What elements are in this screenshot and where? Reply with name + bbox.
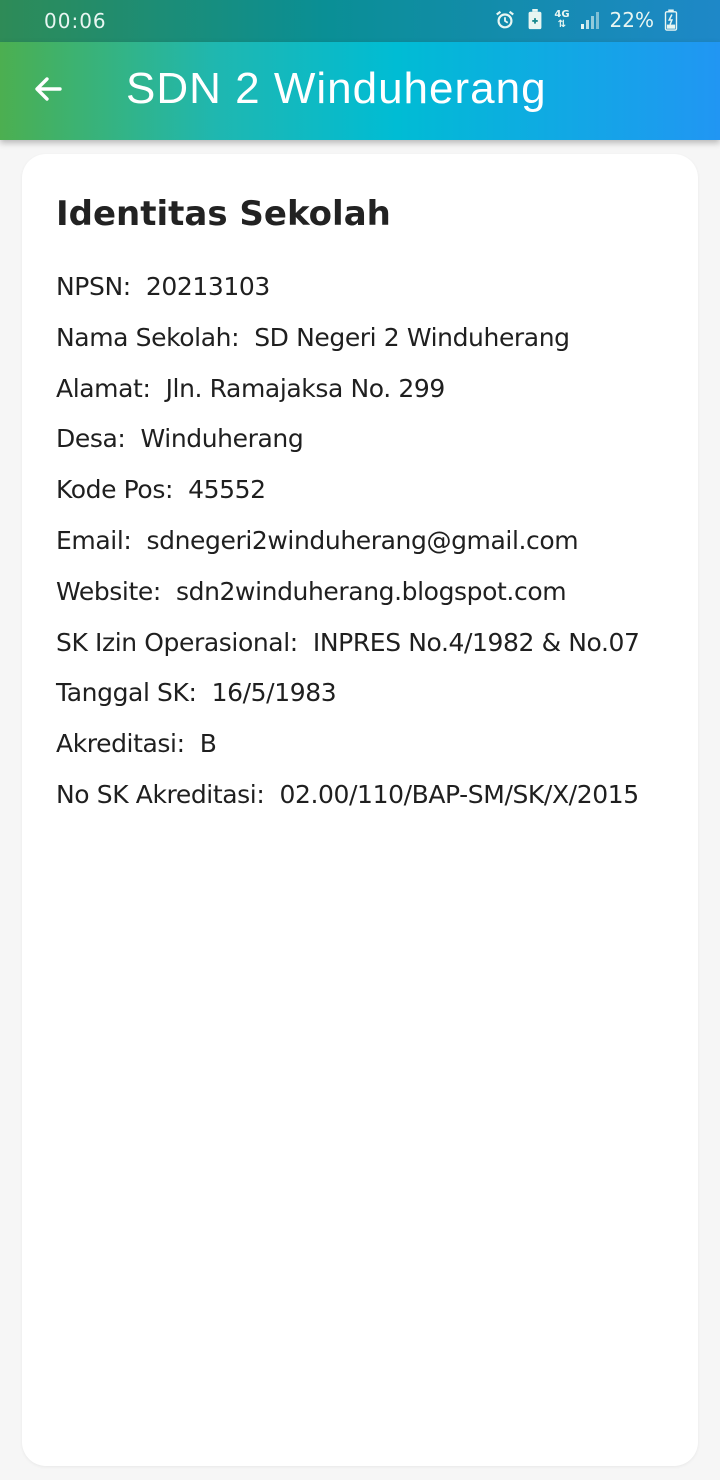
info-row-postal-code: Kode Pos: 45552 — [56, 475, 686, 526]
battery-percent: 22% — [609, 8, 654, 32]
info-value: SD Negeri 2 Winduherang — [254, 322, 570, 352]
info-label: Akreditasi: — [56, 729, 185, 759]
info-label: No SK Akreditasi: — [56, 779, 265, 809]
card-title: Identitas Sekolah — [56, 194, 391, 234]
info-row-accreditation-number: No SK Akreditasi: 02.00/110/BAP-SM/SK/X/… — [56, 780, 686, 831]
info-row-npsn: NPSN: 20213103 — [56, 272, 686, 323]
info-value: sdn2winduherang.blogspot.com — [175, 576, 567, 606]
info-row-address: Alamat: Jln. Ramajaksa No. 299 — [56, 374, 686, 425]
info-row-accreditation: Akreditasi: B — [56, 729, 686, 780]
info-label: Website: — [56, 576, 161, 606]
info-label: Nama Sekolah: — [56, 322, 240, 352]
status-icons: 4G ⇅ 22% — [494, 8, 678, 32]
school-identity-card: Identitas Sekolah NPSN: 20213103 Nama Se… — [22, 154, 698, 1466]
back-button[interactable] — [28, 71, 68, 111]
info-row-school-name: Nama Sekolah: SD Negeri 2 Winduherang — [56, 323, 686, 374]
info-label: SK Izin Operasional: — [56, 627, 298, 657]
info-label: Tanggal SK: — [56, 678, 197, 708]
signal-icon — [580, 10, 600, 30]
data-arrows-icon: ⇅ — [557, 19, 567, 30]
battery-saver-icon — [526, 9, 544, 31]
info-row-village: Desa: Winduherang — [56, 424, 686, 475]
alarm-icon — [494, 9, 516, 31]
info-label: Email: — [56, 525, 132, 555]
info-label: NPSN: — [56, 272, 131, 301]
info-row-email: Email: sdnegeri2winduherang@gmail.com — [56, 526, 686, 577]
info-value: INPRES No.4/1982 & No.07 — [312, 627, 640, 657]
app-bar: SDN 2 Winduherang — [0, 42, 720, 140]
info-value: 16/5/1983 — [211, 678, 337, 708]
info-value: 45552 — [188, 475, 266, 505]
info-value: B — [199, 729, 217, 759]
info-label: Desa: — [56, 424, 126, 454]
battery-charging-icon — [664, 9, 678, 31]
info-label: Kode Pos: — [56, 475, 173, 505]
info-value: Winduherang — [140, 424, 304, 454]
network-4g-icon: 4G ⇅ — [554, 10, 569, 30]
info-value: Jln. Ramajaksa No. 299 — [165, 373, 446, 403]
status-bar: 00:06 4G ⇅ 22% — [0, 0, 720, 42]
info-value: sdnegeri2winduherang@gmail.com — [146, 525, 579, 555]
info-value: 20213103 — [145, 272, 270, 301]
arrow-left-icon — [32, 73, 64, 109]
info-row-website: Website: sdn2winduherang.blogspot.com — [56, 577, 686, 628]
info-list: NPSN: 20213103 Nama Sekolah: SD Negeri 2… — [56, 272, 686, 831]
info-row-permit-date: Tanggal SK: 16/5/1983 — [56, 678, 686, 729]
info-row-operational-permit: SK Izin Operasional: INPRES No.4/1982 & … — [56, 628, 686, 679]
page-title: SDN 2 Winduherang — [126, 64, 547, 113]
info-label: Alamat: — [56, 373, 151, 403]
info-value: 02.00/110/BAP-SM/SK/X/2015 — [279, 779, 639, 809]
status-time: 00:06 — [44, 9, 107, 33]
